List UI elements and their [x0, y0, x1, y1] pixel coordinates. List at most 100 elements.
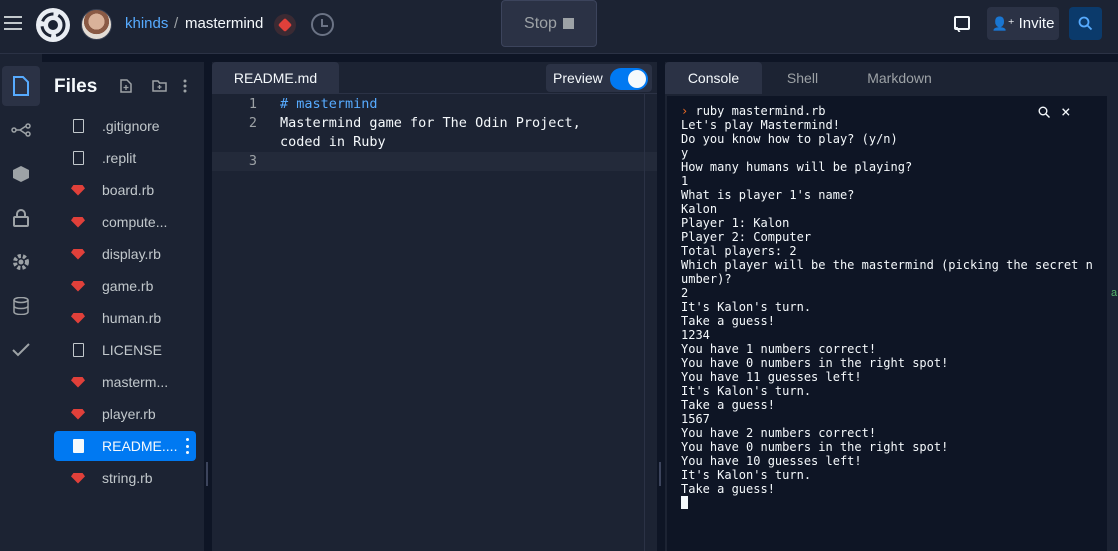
- console-command-line: › ruby mastermind.rb: [681, 104, 826, 118]
- file-item[interactable]: player.rb: [54, 399, 196, 429]
- console-output[interactable]: › ruby mastermind.rb × Let's play Master…: [667, 96, 1107, 551]
- console-line: How many humans will be playing?: [681, 160, 913, 174]
- line-number: 2: [248, 115, 257, 131]
- unit-tests-icon[interactable]: [0, 330, 42, 370]
- file-item-label: .replit: [102, 150, 137, 166]
- console-line: Which player will be the mastermind (pic…: [681, 258, 1093, 272]
- history-icon[interactable]: [311, 13, 334, 36]
- file-item-label: LICENSE: [102, 342, 162, 358]
- preview-switch[interactable]: [610, 68, 648, 90]
- file-item[interactable]: game.rb: [54, 271, 196, 301]
- editor-resize-handle[interactable]: [659, 462, 661, 486]
- user-plus-icon: 👤⁺: [991, 15, 1015, 31]
- top-bar: khinds / mastermind Stop 👤⁺ Invite: [0, 0, 1118, 54]
- line-number: 1: [248, 96, 257, 112]
- file-item[interactable]: .replit: [54, 143, 196, 173]
- line-number: 3: [248, 153, 257, 169]
- files-more-icon[interactable]: [183, 79, 197, 93]
- console-line: You have 0 numbers in the right spot!: [681, 356, 949, 370]
- stop-icon: [562, 18, 574, 29]
- console-line: Let's play Mastermind!: [681, 118, 840, 132]
- file-icon: [54, 343, 102, 357]
- preview-toggle[interactable]: Preview: [546, 64, 652, 92]
- search-button[interactable]: [1069, 7, 1102, 40]
- active-line-highlight: [212, 152, 657, 171]
- git-icon[interactable]: [0, 110, 42, 150]
- tab-shell[interactable]: Shell: [764, 62, 841, 94]
- ruby-file-icon: [54, 312, 102, 324]
- code-line: coded in Ruby: [280, 134, 386, 150]
- code-line: Mastermind game for The Odin Project,: [280, 115, 581, 131]
- tab-console[interactable]: Console: [665, 62, 762, 94]
- code-area[interactable]: 1 2 3 # mastermind Mastermind game for T…: [212, 94, 657, 551]
- console-line: Total players: 2: [681, 244, 797, 258]
- file-icon: [54, 151, 102, 165]
- console-cursor: [681, 496, 688, 509]
- file-item-label: masterm...: [102, 374, 169, 390]
- console-clear-icon[interactable]: ×: [1061, 102, 1071, 121]
- file-item[interactable]: compute...: [54, 207, 196, 237]
- console-search-icon[interactable]: [1038, 106, 1050, 118]
- console-line: 1567: [681, 412, 710, 426]
- file-icon: [54, 439, 102, 453]
- ruby-file-icon: [54, 280, 102, 292]
- menu-icon[interactable]: [4, 16, 22, 30]
- files-icon[interactable]: [2, 66, 40, 106]
- file-options-icon[interactable]: [186, 438, 190, 454]
- file-item-label: string.rb: [102, 470, 153, 486]
- console-line: Take a guess!: [681, 482, 775, 496]
- right-tab-bar: Console Shell Markdown: [665, 62, 1118, 94]
- file-item[interactable]: README....: [54, 431, 196, 461]
- file-item[interactable]: .gitignore: [54, 111, 196, 141]
- console-line: Take a guess!: [681, 314, 775, 328]
- packages-icon[interactable]: [0, 154, 42, 194]
- prompt-arrow-icon: ›: [681, 104, 689, 118]
- console-line: Kalon: [681, 202, 718, 216]
- new-folder-icon[interactable]: [152, 79, 167, 93]
- breadcrumb-user[interactable]: khinds: [125, 15, 168, 32]
- database-icon[interactable]: [0, 286, 42, 326]
- console-line: 2: [681, 286, 689, 300]
- settings-icon[interactable]: [0, 242, 42, 282]
- file-item-label: .gitignore: [102, 118, 160, 134]
- new-file-icon[interactable]: [120, 79, 134, 93]
- stop-button[interactable]: Stop: [501, 0, 597, 47]
- breadcrumb-repl-name[interactable]: mastermind: [185, 15, 263, 32]
- file-item[interactable]: LICENSE: [54, 335, 196, 365]
- invite-button[interactable]: 👤⁺ Invite: [987, 7, 1059, 40]
- file-item[interactable]: string.rb: [54, 463, 196, 493]
- ruby-file-icon: [54, 376, 102, 388]
- tab-markdown[interactable]: Markdown: [843, 62, 956, 94]
- ruby-file-icon: [54, 408, 102, 420]
- console-line: Do you know how to play? (y/n): [681, 132, 898, 146]
- console-line: 1: [681, 174, 689, 188]
- file-item[interactable]: human.rb: [54, 303, 196, 333]
- console-line: umber)?: [681, 272, 732, 286]
- tab-readme[interactable]: README.md: [212, 62, 339, 94]
- console-line: Take a guess!: [681, 398, 775, 412]
- edge-artifact: a: [1111, 287, 1118, 299]
- ruby-file-icon: [54, 184, 102, 196]
- editor-scrollbar[interactable]: [644, 94, 645, 551]
- chat-icon[interactable]: [954, 16, 970, 30]
- file-item[interactable]: board.rb: [54, 175, 196, 205]
- console-line: You have 11 guesses left!: [681, 370, 862, 384]
- console-line: Player 1: Kalon: [681, 216, 790, 230]
- files-panel: Files .gitignore .replit board.rb compute..…: [42, 62, 204, 551]
- ruby-file-icon: [54, 216, 102, 228]
- file-item[interactable]: masterm...: [54, 367, 196, 397]
- secrets-icon[interactable]: [0, 198, 42, 238]
- files-resize-handle[interactable]: [206, 462, 208, 486]
- file-item-label: compute...: [102, 214, 168, 230]
- file-item-label: player.rb: [102, 406, 156, 422]
- avatar[interactable]: [81, 9, 112, 40]
- replit-logo-icon[interactable]: [36, 8, 70, 42]
- console-line: You have 1 numbers correct!: [681, 342, 877, 356]
- file-item-label: game.rb: [102, 278, 154, 294]
- console-line: You have 10 guesses left!: [681, 454, 862, 468]
- right-pane: Console Shell Markdown › ruby mastermind…: [665, 62, 1118, 551]
- ruby-language-icon[interactable]: [274, 14, 296, 36]
- file-item[interactable]: display.rb: [54, 239, 196, 269]
- files-title: Files: [54, 76, 98, 97]
- console-command: ruby mastermind.rb: [695, 104, 826, 118]
